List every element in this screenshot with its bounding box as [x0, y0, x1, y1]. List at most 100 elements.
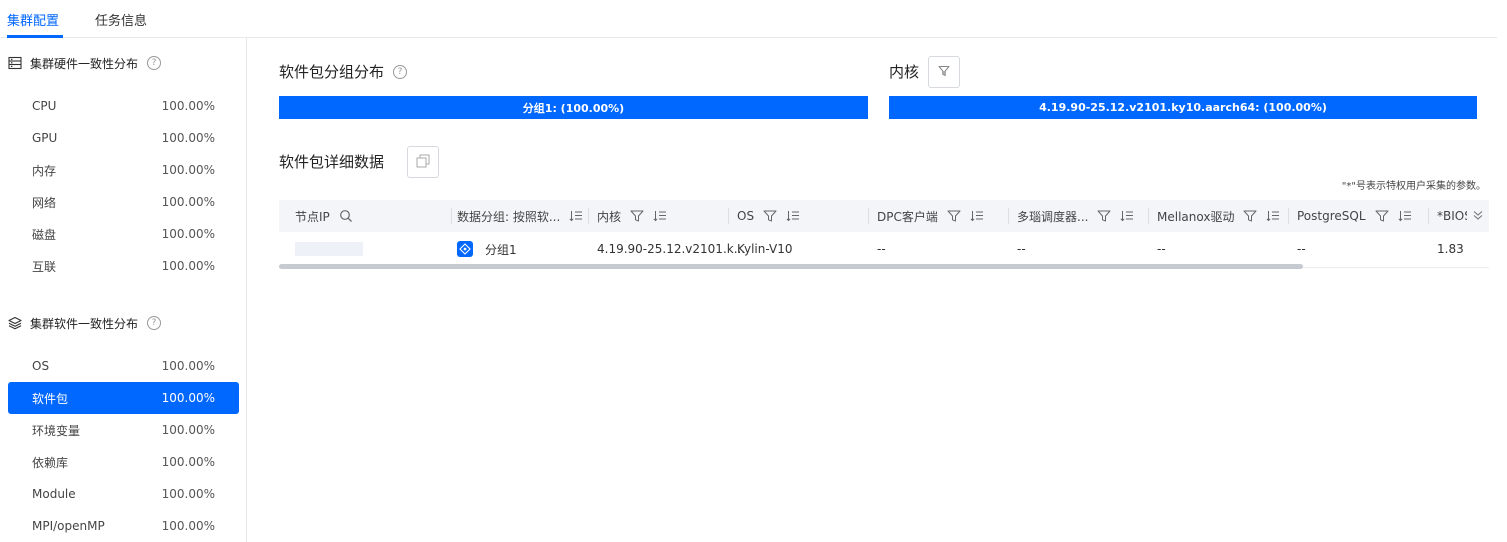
sidebar-item-label: 软件包 [32, 391, 69, 406]
scrollbar-thumb[interactable] [279, 264, 1303, 269]
cell-text: 4.19.90-25.12.v2101.k... [597, 242, 746, 256]
sidebar-item-value: 100.00% [161, 195, 215, 209]
column-header-dpc-client[interactable]: DPC客户端 [877, 200, 1009, 232]
sidebar-item-module[interactable]: Module 100.00% [8, 478, 239, 510]
sort-icon[interactable] [786, 210, 800, 222]
cell-bios: 1.83 [1437, 232, 1464, 266]
sidebar-item-value: 100.00% [161, 455, 215, 469]
column-header-postgresql[interactable]: PostgreSQL [1297, 200, 1429, 232]
sidebar-item-value: 100.00% [161, 227, 215, 241]
column-header-scheduler[interactable]: 多瑙调度器... [1017, 200, 1149, 232]
hardware-section-title: 集群硬件一致性分布 [30, 56, 139, 71]
column-label: 多瑙调度器... [1017, 209, 1089, 224]
help-icon[interactable]: ? [147, 316, 162, 330]
sidebar-item-label: GPU [32, 131, 58, 145]
tab-task-info[interactable]: 任务信息 [95, 10, 147, 29]
detail-header: 软件包详细数据 [279, 151, 384, 172]
sidebar-item-gpu[interactable]: GPU 100.00% [8, 122, 239, 154]
copy-button[interactable] [407, 146, 439, 178]
group-dist-bar[interactable]: 分组1: (100.00%) [279, 96, 868, 119]
sidebar-item-disk[interactable]: 磁盘 100.00% [8, 218, 239, 250]
sort-icon[interactable] [1120, 210, 1134, 222]
sidebar-item-network[interactable]: 网络 100.00% [8, 186, 239, 218]
sidebar-item-label: 磁盘 [32, 227, 57, 242]
sidebar-item-interconnect[interactable]: 互联 100.00% [8, 250, 239, 282]
kernel-header: 内核 [889, 61, 919, 82]
kernel-bar-label: 4.19.90-25.12.v2101.ky10.aarch64: (100.0… [1039, 101, 1327, 114]
cell-text: -- [1157, 242, 1166, 256]
filter-icon[interactable] [763, 210, 777, 222]
sort-icon[interactable] [1266, 210, 1280, 222]
cell-text: -- [1297, 242, 1306, 256]
sidebar-item-value: 100.00% [161, 487, 215, 501]
cell-node-ip[interactable] [295, 232, 363, 266]
column-header-mellanox[interactable]: Mellanox驱动 [1157, 200, 1289, 232]
column-header-node-ip[interactable]: 节点IP [295, 200, 452, 232]
help-icon[interactable]: ? [393, 64, 408, 79]
software-section-title: 集群软件一致性分布 [30, 316, 139, 331]
filter-icon[interactable] [1097, 210, 1111, 222]
filter-icon [937, 64, 951, 81]
sidebar-item-memory[interactable]: 内存 100.00% [8, 154, 239, 186]
group-dist-title: 软件包分组分布 [279, 63, 385, 81]
sidebar-item-cpu[interactable]: CPU 100.00% [8, 90, 239, 122]
cell-mellanox: -- [1157, 232, 1166, 266]
cell-text: -- [1017, 242, 1026, 256]
cell-text: 1.83 [1437, 242, 1464, 256]
sort-icon[interactable] [970, 210, 984, 222]
table-header: 节点IP 数据分组: 按照软... 内核 OS DPC客户端 多瑙调度器... … [279, 200, 1489, 232]
copy-icon [415, 153, 431, 172]
privilege-note: "*"号表示特权用户采集的参数。 [1341, 181, 1486, 192]
kernel-title: 内核 [889, 63, 920, 81]
redacted-ip [295, 242, 363, 256]
column-label: OS [737, 209, 755, 223]
cell-kernel: 4.19.90-25.12.v2101.k... [597, 232, 745, 266]
help-icon[interactable]: ? [147, 56, 162, 70]
column-header-bios[interactable]: *BIOS [1437, 200, 1467, 232]
column-label: PostgreSQL [1297, 209, 1366, 223]
column-label: 节点IP [295, 209, 330, 224]
column-label: Mellanox驱动 [1157, 209, 1235, 224]
filter-icon[interactable] [947, 210, 961, 222]
sidebar-item-env-vars[interactable]: 环境变量 100.00% [8, 414, 239, 446]
sidebar-item-label: OS [32, 359, 50, 373]
sidebar-item-os[interactable]: OS 100.00% [8, 350, 239, 382]
column-header-data-group[interactable]: 数据分组: 按照软... [457, 200, 589, 232]
filter-icon[interactable] [1243, 210, 1257, 222]
column-header-os[interactable]: OS [737, 200, 869, 232]
sidebar-item-label: MPI/openMP [32, 519, 105, 533]
sidebar-item-software-package[interactable]: 软件包 100.00% [8, 382, 239, 414]
expand-columns-button[interactable] [1467, 200, 1489, 232]
sidebar-item-label: 互联 [32, 259, 57, 274]
server-icon [8, 56, 22, 70]
cell-scheduler: -- [1017, 232, 1026, 266]
horizontal-scrollbar[interactable] [279, 264, 1489, 270]
group-dist-bar-label: 分组1: (100.00%) [522, 101, 625, 115]
column-label: *BIOS [1437, 209, 1467, 223]
sidebar-item-label: 依赖库 [32, 455, 69, 470]
sidebar-item-label: 环境变量 [32, 423, 81, 438]
cell-text: 分组1 [485, 242, 517, 257]
filter-icon[interactable] [1375, 210, 1389, 222]
kernel-filter-button[interactable] [928, 56, 960, 88]
table-row[interactable]: 分组1 4.19.90-25.12.v2101.k... Kylin-V10 -… [279, 232, 1489, 268]
search-icon[interactable] [339, 209, 353, 223]
column-label: 数据分组: 按照软... [457, 209, 561, 224]
cell-data-group[interactable]: 分组1 [457, 232, 517, 266]
hardware-section-header: 集群硬件一致性分布 ? [8, 53, 162, 73]
sort-icon[interactable] [569, 210, 583, 222]
layers-icon [8, 316, 22, 330]
detail-table: 节点IP 数据分组: 按照软... 内核 OS DPC客户端 多瑙调度器... … [279, 200, 1489, 271]
sidebar-item-label: 网络 [32, 195, 57, 210]
sidebar: 集群硬件一致性分布 ? CPU 100.00% GPU 100.00% 内存 100.… [0, 38, 247, 542]
group-dist-header: 软件包分组分布 ? [279, 61, 408, 82]
kernel-bar[interactable]: 4.19.90-25.12.v2101.ky10.aarch64: (100.0… [889, 96, 1477, 119]
column-header-kernel[interactable]: 内核 [597, 200, 729, 232]
sort-icon[interactable] [1397, 210, 1412, 222]
detail-title: 软件包详细数据 [279, 153, 385, 171]
sidebar-item-dependencies[interactable]: 依赖库 100.00% [8, 446, 239, 478]
tab-cluster-config[interactable]: 集群配置 [7, 10, 59, 29]
filter-icon[interactable] [630, 210, 644, 222]
sidebar-item-mpi[interactable]: MPI/openMP 100.00% [8, 510, 239, 542]
sort-icon[interactable] [653, 210, 667, 222]
